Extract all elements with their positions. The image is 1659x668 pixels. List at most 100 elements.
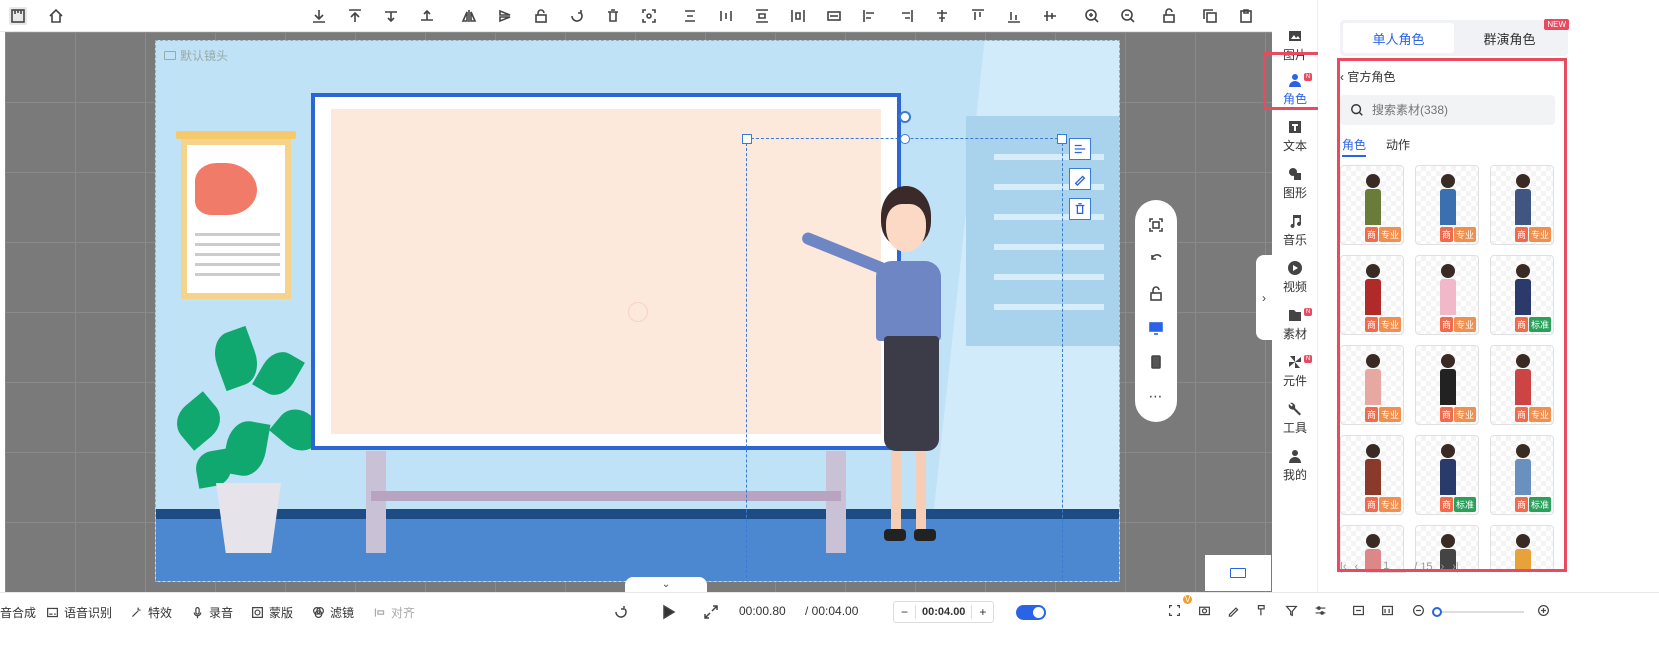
plant-leaf	[193, 448, 234, 489]
fullscreen-icon[interactable]	[703, 604, 719, 620]
sidebar-item-text[interactable]: 文本	[1272, 113, 1318, 159]
expand-panel-button[interactable]: ›	[1256, 255, 1272, 340]
resize-handle[interactable]	[900, 134, 910, 144]
sidebar-item-music[interactable]: 音乐	[1272, 207, 1318, 253]
resize-handle[interactable]	[1057, 134, 1067, 144]
new-badge: N	[1304, 355, 1312, 363]
speech-recognition-button[interactable]: 语音识别	[46, 604, 112, 621]
focus-icon[interactable]	[640, 7, 658, 25]
sidebar-item-video[interactable]: 视频	[1272, 254, 1318, 300]
effects-button[interactable]: 特效	[130, 604, 172, 621]
sidebar-item-mine[interactable]: 我的	[1272, 442, 1318, 488]
delete-icon[interactable]	[604, 7, 622, 25]
decrease-button[interactable]: −	[894, 605, 916, 619]
phone-icon[interactable]	[1146, 352, 1166, 372]
timeline-zoom-in-icon[interactable]	[1537, 604, 1550, 617]
crop-icon[interactable]	[1168, 604, 1181, 617]
paint-icon[interactable]	[1069, 168, 1091, 190]
mini-preview[interactable]	[1205, 555, 1271, 591]
resize-handle[interactable]	[742, 134, 752, 144]
filter-funnel-icon[interactable]	[1285, 604, 1298, 617]
move-top-icon[interactable]	[346, 7, 364, 25]
filter-button[interactable]: 滤镜	[312, 604, 354, 621]
timeline-zoom-slider[interactable]	[1432, 607, 1524, 617]
duration-stepper[interactable]: − 00:04.00 +	[893, 601, 995, 623]
paste-icon[interactable]	[1237, 7, 1255, 25]
move-up-icon[interactable]	[418, 7, 436, 25]
chevron-down-icon: ⌄	[661, 579, 671, 590]
tab-group-character[interactable]: 群演角色 NEW	[1454, 19, 1569, 53]
align-left-icon[interactable]	[861, 7, 879, 25]
canvas-area[interactable]: 默认镜头 ⋯ ⌄ ›	[5, 32, 1346, 624]
replay-icon[interactable]	[612, 604, 628, 620]
stage[interactable]: 默认镜头	[155, 40, 1120, 582]
slider-handle[interactable]	[1432, 607, 1442, 617]
rotate-icon[interactable]	[568, 7, 586, 25]
edit-icon[interactable]	[1227, 604, 1240, 617]
align-center-h-icon[interactable]	[681, 7, 699, 25]
caption-icon	[47, 607, 58, 618]
zoom-in-icon[interactable]	[1083, 7, 1101, 25]
play-icon[interactable]	[660, 604, 676, 620]
monitor-icon[interactable]	[1146, 318, 1166, 338]
user-icon	[1287, 448, 1303, 464]
actual-size-icon[interactable]	[1381, 604, 1394, 617]
move-down-icon[interactable]	[382, 7, 400, 25]
align-vmiddle-icon[interactable]	[1041, 7, 1059, 25]
copy-icon[interactable]	[1201, 7, 1219, 25]
flip-vertical-icon[interactable]	[496, 7, 514, 25]
collapse-timeline-button[interactable]: ⌄	[625, 577, 707, 592]
plant-pot	[216, 483, 281, 553]
timeline-zoom-out-icon[interactable]	[1412, 604, 1425, 617]
timeline-area	[0, 630, 1659, 668]
panel-highlight	[1337, 58, 1567, 572]
filter-icon	[313, 607, 324, 618]
align-top-icon[interactable]	[969, 7, 987, 25]
distribute-h-icon[interactable]	[753, 7, 771, 25]
more-icon[interactable]: ⋯	[1146, 387, 1166, 407]
increase-button[interactable]: +	[971, 605, 993, 619]
fit-screen-icon[interactable]	[1146, 215, 1166, 235]
align-center-v-icon[interactable]	[717, 7, 735, 25]
fit-timeline-icon[interactable]	[1352, 604, 1365, 617]
align-button[interactable]: 对齐	[373, 604, 415, 621]
plant-leaf	[168, 391, 229, 451]
tab-single-character[interactable]: 单人角色	[1343, 23, 1454, 53]
distribute-v-icon[interactable]	[789, 7, 807, 25]
record-button[interactable]: 录音	[191, 604, 233, 621]
mask-icon	[252, 607, 263, 618]
unlock-icon[interactable]	[1146, 284, 1166, 304]
liver-image	[195, 163, 257, 215]
mask-button[interactable]: 蒙版	[251, 604, 293, 621]
current-time: 00:00.80	[739, 604, 786, 618]
trash-icon[interactable]	[1069, 198, 1091, 220]
flip-horizontal-icon[interactable]	[460, 7, 478, 25]
top-toolbar	[0, 0, 1346, 32]
pin-icon[interactable]	[1256, 604, 1269, 617]
move-bottom-icon[interactable]	[310, 7, 328, 25]
sidebar-item-tools[interactable]: 工具	[1272, 395, 1318, 441]
adjust-icon[interactable]	[1069, 138, 1091, 160]
align-bottom-icon[interactable]	[1005, 7, 1023, 25]
sidebar-item-components[interactable]: 元件 N	[1272, 348, 1318, 394]
selection-box[interactable]	[742, 111, 1067, 581]
lock-icon[interactable]	[532, 7, 550, 25]
total-time: / 00:04.00	[805, 604, 859, 618]
home-icon[interactable]	[47, 7, 65, 25]
duration-value[interactable]: 00:04.00	[916, 606, 971, 618]
align-right-icon[interactable]	[897, 7, 915, 25]
align-middle-icon[interactable]	[933, 7, 951, 25]
ruler-icon[interactable]	[9, 7, 27, 25]
toggle-switch[interactable]	[1016, 605, 1046, 620]
sidebar-item-shapes[interactable]: 图形	[1272, 160, 1318, 206]
zoom-out-icon[interactable]	[1119, 7, 1137, 25]
settings-sliders-icon[interactable]	[1314, 604, 1327, 617]
undo-icon[interactable]	[1146, 249, 1166, 269]
bottom-toolbar: 音合成 语音识别 特效 录音 蒙版 滤镜 对齐 00:00.80 / 00:04…	[0, 592, 1659, 630]
fit-width-icon[interactable]	[825, 7, 843, 25]
compose-button[interactable]: 音合成	[0, 604, 36, 621]
rotate-handle-icon[interactable]	[899, 111, 911, 123]
sidebar-item-materials[interactable]: 素材 N	[1272, 301, 1318, 347]
screenshot-icon[interactable]	[1198, 604, 1211, 617]
unlock-icon[interactable]	[1160, 7, 1178, 25]
